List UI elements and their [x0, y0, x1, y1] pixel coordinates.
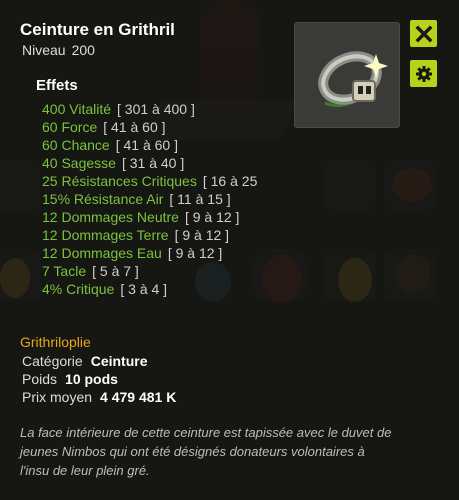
effect-text: 12 Dommages Eau: [42, 245, 162, 261]
weight-value: 10 pods: [65, 371, 118, 387]
effect-range: [ 41 à 60 ]: [103, 119, 166, 135]
effect-row: 7 Tacle [ 5 à 7 ]: [42, 262, 257, 280]
level-value: 200: [71, 42, 95, 58]
effect-text: 12 Dommages Terre: [42, 227, 169, 243]
effect-range: [ 11 à 15 ]: [169, 191, 231, 207]
item-properties: Catégorie Ceinture Poids 10 pods Prix moye…: [22, 352, 176, 406]
price-row: Prix moyen 4 479 481 K: [22, 388, 176, 406]
effect-text: 400 Vitalité: [42, 101, 112, 117]
effect-range: [ 301 à 400 ]: [117, 101, 195, 117]
effect-range: [ 3 à 4 ]: [120, 281, 168, 297]
level-label: Niveau: [22, 42, 66, 58]
effect-row: 12 Dommages Eau [ 9 à 12 ]: [42, 244, 257, 262]
effects-list: 400 Vitalité [ 301 à 400 ] 60 Force [ 41 à…: [42, 100, 257, 298]
effect-text: 60 Chance: [42, 137, 110, 153]
effect-row: 15% Résistance Air [ 11 à 15 ]: [42, 190, 257, 208]
effect-row: 25 Résistances Critiques [ 16 à 25: [42, 172, 257, 190]
item-tooltip-panel: Ceinture en Grithril Niveau 200 Effets 4…: [0, 0, 459, 500]
effect-text: 60 Force: [42, 119, 98, 135]
set-name-link[interactable]: Grithriloplie: [20, 334, 91, 350]
item-name: Ceinture en Grithril: [20, 20, 175, 39]
effect-range: [ 5 à 7 ]: [92, 263, 139, 279]
category-row: Catégorie Ceinture: [22, 352, 176, 370]
effect-text: 40 Sagesse: [42, 155, 116, 171]
effect-text: 7 Tacle: [42, 263, 87, 279]
effect-range: [ 9 à 12 ]: [167, 245, 223, 261]
category-label: Catégorie: [22, 353, 83, 369]
effect-text: 25 Résistances Critiques: [42, 173, 197, 189]
category-value: Ceinture: [90, 353, 148, 369]
effect-row: 60 Chance [ 41 à 60 ]: [42, 136, 257, 154]
effect-range: [ 31 à 40 ]: [121, 155, 185, 171]
close-button[interactable]: [410, 20, 437, 47]
effect-text: 12 Dommages Neutre: [42, 209, 179, 225]
effect-range: [ 9 à 12 ]: [184, 209, 240, 225]
effects-heading: Effets: [36, 77, 78, 94]
price-label: Prix moyen: [22, 389, 93, 405]
effect-row: 12 Dommages Terre [ 9 à 12 ]: [42, 226, 257, 244]
effect-row: 4% Critique [ 3 à 4 ]: [42, 280, 257, 298]
weight-row: Poids 10 pods: [22, 370, 176, 388]
item-image: [294, 22, 400, 128]
effect-range: [ 9 à 12 ]: [174, 227, 230, 243]
weight-label: Poids: [22, 371, 58, 387]
belt-icon: [318, 51, 388, 108]
effect-row: 400 Vitalité [ 301 à 400 ]: [42, 100, 257, 118]
price-value: 4 479 481 K: [100, 389, 177, 405]
item-level: Niveau 200: [22, 42, 95, 58]
effect-text: 15% Résistance Air: [42, 191, 164, 207]
item-description: La face intérieure de cette ceinture est…: [20, 425, 392, 478]
gear-icon: [415, 65, 432, 82]
effect-row: 60 Force [ 41 à 60 ]: [42, 118, 257, 136]
effect-range: [ 16 à 25: [202, 173, 258, 189]
effect-range: [ 41 à 60 ]: [115, 137, 178, 153]
effect-text: 4% Critique: [42, 281, 115, 297]
effect-row: 40 Sagesse [ 31 à 40 ]: [42, 154, 257, 172]
effect-row: 12 Dommages Neutre [ 9 à 12 ]: [42, 208, 257, 226]
close-icon: [415, 25, 432, 42]
settings-button[interactable]: [410, 60, 437, 87]
